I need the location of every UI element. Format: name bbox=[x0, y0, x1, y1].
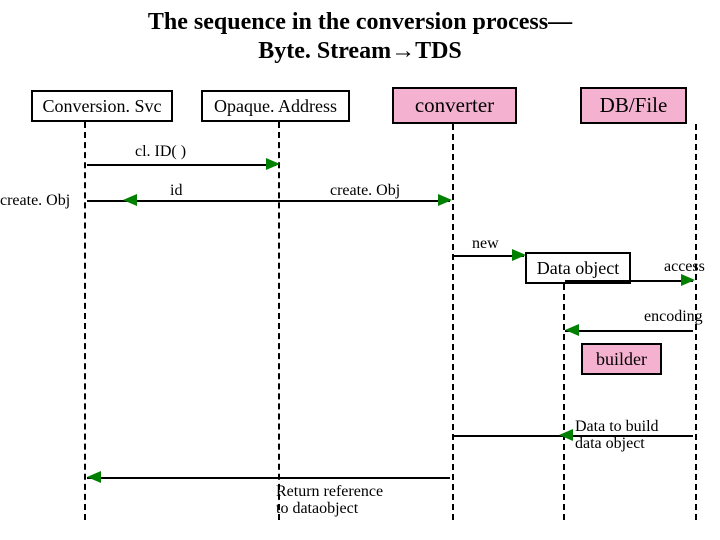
label-create-obj-left: create. Obj bbox=[0, 192, 70, 210]
title-line-2: Byte. Stream→TDS bbox=[0, 37, 720, 66]
label-converter: converter bbox=[415, 93, 494, 118]
lifeline-opaque-address bbox=[278, 122, 280, 520]
label-return2: to dataobject bbox=[276, 500, 358, 518]
msg-return-line bbox=[87, 477, 450, 479]
arrow-clid bbox=[266, 158, 280, 170]
title-line-1: The sequence in the conversion process— bbox=[0, 8, 720, 37]
diagram-title: The sequence in the conversion process— … bbox=[0, 0, 720, 66]
arrow-return bbox=[87, 471, 101, 483]
lifeline-data-object bbox=[563, 284, 565, 520]
box-db-file: DB/File bbox=[580, 87, 687, 124]
label-clid: cl. ID( ) bbox=[135, 143, 186, 161]
label-create-obj-mid: create. Obj bbox=[330, 182, 400, 200]
msg-access-line bbox=[565, 280, 693, 282]
msg-id-return-line bbox=[87, 200, 450, 202]
label-builder: builder bbox=[596, 349, 647, 370]
label-conversion-svc: Conversion. Svc bbox=[43, 96, 162, 117]
label-opaque-address: Opaque. Address bbox=[214, 96, 337, 117]
label-data-build1: Data to build bbox=[575, 418, 659, 436]
label-data-build2: data object bbox=[575, 435, 645, 453]
lifeline-conversion-svc bbox=[84, 122, 86, 520]
box-conversion-svc: Conversion. Svc bbox=[31, 90, 173, 122]
arrow-id-return bbox=[123, 194, 137, 206]
msg-clid-line bbox=[87, 164, 276, 166]
msg-encoding-line bbox=[565, 330, 693, 332]
label-access: access bbox=[664, 258, 705, 276]
box-converter: converter bbox=[392, 87, 517, 124]
arrow-create-converter bbox=[438, 194, 452, 206]
label-data-object: Data object bbox=[537, 258, 619, 279]
label-id: id bbox=[170, 182, 182, 200]
lifeline-converter bbox=[452, 124, 454, 520]
arrow-new bbox=[512, 249, 526, 261]
label-new: new bbox=[472, 235, 499, 253]
label-db-file: DB/File bbox=[600, 93, 668, 118]
box-builder: builder bbox=[581, 343, 662, 375]
label-encoding: encoding bbox=[644, 308, 703, 326]
label-return1: Return reference bbox=[276, 483, 383, 501]
arrow-data-build bbox=[559, 429, 573, 441]
arrow-encoding bbox=[565, 324, 579, 336]
box-opaque-address: Opaque. Address bbox=[201, 90, 350, 122]
